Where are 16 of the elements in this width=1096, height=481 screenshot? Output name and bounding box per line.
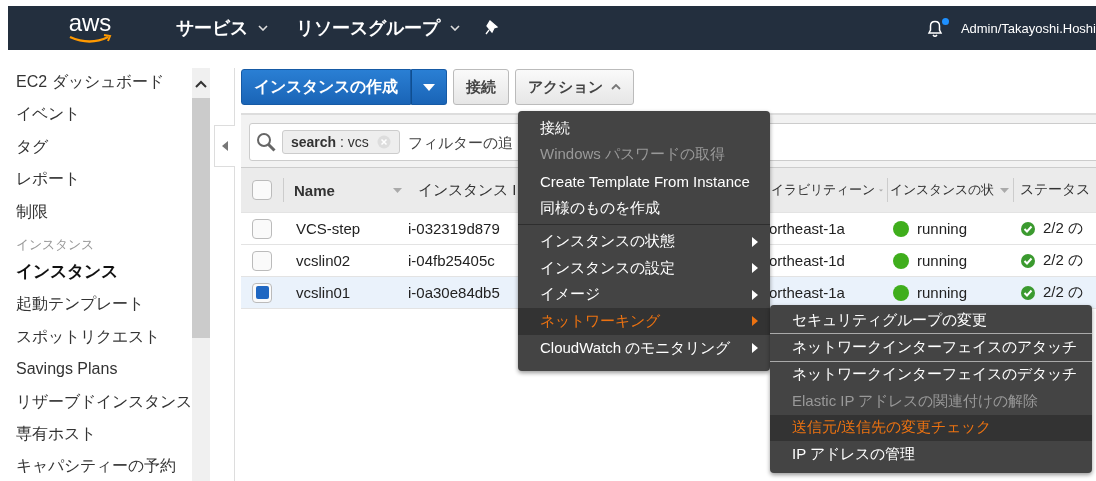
table-cell-text: vcslin02: [295, 252, 352, 269]
state-text: running: [917, 284, 968, 301]
status-text: 2/2 の: [1043, 219, 1084, 238]
table-cell-text: ortheast-1d: [768, 252, 846, 269]
table-cell-text: vcslin01: [295, 284, 352, 301]
table-cell-text: i-0a30e84db5: [408, 284, 501, 301]
table-cell-text: i-032319d879: [408, 220, 501, 237]
sidebar-section-heading: インスタンス: [16, 236, 95, 255]
state-text: running: [917, 220, 968, 237]
state-text: running: [917, 252, 968, 269]
table-cell-text: i-04fb25405c: [408, 252, 496, 269]
table-cell-text: ortheast-1a: [768, 284, 846, 301]
table-cell-text: VCS-step: [295, 220, 362, 237]
status-text: 2/2 の: [1043, 283, 1084, 302]
table-cell-text: ortheast-1a: [768, 220, 846, 237]
status-text: 2/2 の: [1043, 251, 1084, 270]
